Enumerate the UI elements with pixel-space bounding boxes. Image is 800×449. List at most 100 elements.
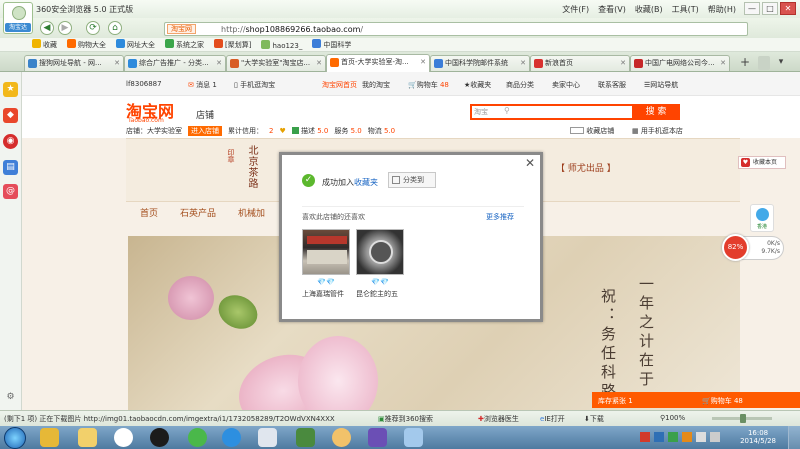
shop-thumbnail[interactable] bbox=[356, 229, 404, 275]
menu-file[interactable]: 文件(F) bbox=[562, 4, 589, 15]
address-bar[interactable]: 淘宝网 http://shop108869266.taobao.com/ bbox=[164, 22, 748, 36]
trash-icon[interactable] bbox=[758, 56, 770, 70]
spreadsheet-icon[interactable] bbox=[296, 428, 315, 447]
favorites-folder-link[interactable]: 收藏夹 bbox=[354, 178, 378, 187]
tab-lab-store[interactable]: "大学实验室"淘宝店... ✕ bbox=[226, 55, 326, 71]
ie-open[interactable]: eIE打开 bbox=[540, 414, 565, 424]
speed-ball[interactable]: 82% bbox=[722, 234, 749, 261]
media-icon[interactable] bbox=[368, 428, 387, 447]
tray-icon[interactable] bbox=[682, 432, 692, 442]
categorize-button[interactable]: 分类到 bbox=[388, 172, 436, 188]
back-button[interactable]: ◀ bbox=[40, 21, 54, 35]
zoom-slider-handle[interactable] bbox=[740, 414, 746, 423]
push-360-search[interactable]: ▣推荐到360搜索 bbox=[378, 414, 433, 424]
fav-shop-button[interactable]: 收藏店铺 bbox=[570, 126, 614, 136]
more-recommend-link[interactable]: 更多推荐 bbox=[486, 212, 514, 222]
site-badge[interactable]: 淘宝网 bbox=[167, 24, 196, 34]
cart-float-bar[interactable]: 库存紧张 1 🛒购物车 48 bbox=[592, 392, 800, 408]
email-icon[interactable]: @ bbox=[3, 184, 18, 199]
fav-item-shopping[interactable]: 购物大全 bbox=[67, 39, 106, 50]
recommend-item[interactable]: 💎💎 上海嘉瑞管件 bbox=[302, 229, 350, 299]
tab-close-icon[interactable]: ✕ bbox=[520, 56, 526, 71]
shop-thumbnail[interactable] bbox=[302, 229, 350, 275]
cart-link[interactable]: 🛒购物车 48 bbox=[408, 80, 449, 90]
home-button[interactable]: ⌂ bbox=[108, 21, 122, 35]
menu-help[interactable]: 帮助(H) bbox=[708, 4, 736, 15]
search-button[interactable]: 搜 索 bbox=[632, 104, 680, 120]
close-button[interactable]: ✕ bbox=[780, 2, 796, 15]
user-avatar[interactable]: 淘宝达 bbox=[3, 2, 33, 34]
shop-nav-quartz[interactable]: 石英产品 bbox=[180, 206, 216, 219]
shop-nav-home[interactable]: 首页 bbox=[140, 206, 158, 219]
forward-button[interactable]: ▶ bbox=[58, 21, 72, 35]
tab-broadcast[interactable]: 中国广电网络公司今... ✕ bbox=[630, 55, 730, 71]
taskbar-window-icon[interactable] bbox=[258, 428, 277, 447]
show-desktop-button[interactable] bbox=[788, 426, 800, 449]
tab-close-icon[interactable]: ✕ bbox=[316, 56, 322, 71]
network-icon[interactable] bbox=[696, 432, 706, 442]
tab-ads[interactable]: 综合广告推广 - 分类... ✕ bbox=[124, 55, 226, 71]
tray-icon[interactable] bbox=[654, 432, 664, 442]
tab-sogou[interactable]: 搜狗网址导航 - 网... ✕ bbox=[24, 55, 124, 71]
share-widget[interactable]: 香港 bbox=[750, 204, 774, 232]
tab-close-icon[interactable]: ✕ bbox=[720, 56, 726, 71]
new-tab-button[interactable]: + bbox=[738, 56, 752, 70]
seller-center-link[interactable]: 卖家中心 bbox=[552, 80, 580, 90]
fav-page-button[interactable]: ♥ 收藏本页 bbox=[738, 156, 786, 169]
tab-sina[interactable]: 新浪首页 ✕ bbox=[530, 55, 630, 71]
fav-item-system[interactable]: 系统之家 bbox=[165, 39, 204, 50]
folder-icon[interactable] bbox=[78, 428, 97, 447]
download-button[interactable]: ⬇下载 bbox=[584, 414, 604, 424]
360-browser-icon[interactable] bbox=[188, 428, 207, 447]
fav-item-cas[interactable]: 中国科学 bbox=[312, 39, 351, 50]
refresh-button[interactable]: ⟳ bbox=[86, 21, 100, 35]
settings-gear-icon[interactable]: ⚙ bbox=[3, 390, 18, 405]
search-scope[interactable]: 淘宝 bbox=[474, 107, 488, 117]
shopping-icon[interactable]: ◆ bbox=[3, 108, 18, 123]
user-name[interactable]: lf8306887 bbox=[126, 80, 162, 88]
messages-link[interactable]: ✉ 消息 1 bbox=[188, 80, 217, 90]
fav-item-juhuasuan[interactable]: [聚划算] bbox=[214, 39, 251, 50]
tab-menu-button[interactable]: ▾ bbox=[774, 56, 788, 70]
qq-icon[interactable] bbox=[150, 428, 169, 447]
mobile-shop-link[interactable]: ▦ 用手机逛本店 bbox=[632, 126, 683, 136]
minimize-button[interactable]: — bbox=[744, 2, 760, 15]
tab-cas-mail[interactable]: 中国科学院邮件系统 ✕ bbox=[430, 55, 530, 71]
shop-nav-machining[interactable]: 机械加 bbox=[238, 206, 265, 219]
fav-item-hao123[interactable]: hao123_ bbox=[261, 39, 302, 50]
taobao-home-link[interactable]: 淘宝网首页 bbox=[322, 80, 357, 90]
weibo-icon[interactable]: ◉ bbox=[3, 134, 18, 149]
tab-close-icon[interactable]: ✕ bbox=[420, 55, 426, 70]
recommend-item-name[interactable]: 上海嘉瑞管件 bbox=[302, 289, 350, 299]
kugou-icon[interactable] bbox=[222, 428, 241, 447]
menu-favorites[interactable]: 收藏(B) bbox=[635, 4, 663, 15]
tab-shop-home[interactable]: 首页-大学实验室-淘... ✕ bbox=[326, 54, 430, 72]
qq-browser-icon[interactable] bbox=[114, 428, 133, 447]
start-button[interactable] bbox=[4, 427, 26, 449]
tray-icon[interactable] bbox=[668, 432, 678, 442]
maximize-button[interactable]: □ bbox=[762, 2, 778, 15]
menu-view[interactable]: 查看(V) bbox=[598, 4, 626, 15]
tray-icon[interactable] bbox=[640, 432, 650, 442]
tab-close-icon[interactable]: ✕ bbox=[620, 56, 626, 71]
dialog-close-button[interactable]: ✕ bbox=[523, 157, 537, 171]
contact-service-link[interactable]: 联系客服 bbox=[598, 80, 626, 90]
game-icon[interactable] bbox=[332, 428, 351, 447]
volume-icon[interactable] bbox=[710, 432, 720, 442]
category-link[interactable]: 商品分类 bbox=[506, 80, 534, 90]
favorites-star-icon[interactable]: ★ bbox=[3, 82, 18, 97]
fav-item-sites[interactable]: 网址大全 bbox=[116, 39, 155, 50]
taskbar-clock[interactable]: 16:08 2014/5/28 bbox=[740, 429, 776, 445]
my-taobao-link[interactable]: 我的淘宝 bbox=[362, 80, 390, 90]
favorites-link[interactable]: ★收藏夹 bbox=[464, 80, 491, 90]
cart-float-cart[interactable]: 🛒购物车 48 bbox=[702, 396, 743, 406]
zoom-level[interactable]: ⚲100% bbox=[660, 414, 685, 422]
tab-close-icon[interactable]: ✕ bbox=[114, 56, 120, 71]
url-text[interactable]: http://shop108869266.taobao.com/ bbox=[221, 25, 363, 34]
taskbar-app-icon[interactable] bbox=[40, 428, 59, 447]
mobile-link[interactable]: ▯ 手机逛淘宝 bbox=[234, 80, 275, 90]
browser-doctor[interactable]: ✚浏览器医生 bbox=[478, 414, 519, 424]
enter-shop-button[interactable]: 进入店铺 bbox=[188, 126, 222, 136]
site-nav-link[interactable]: ☰网站导航 bbox=[644, 80, 678, 90]
paint-icon[interactable] bbox=[404, 428, 423, 447]
